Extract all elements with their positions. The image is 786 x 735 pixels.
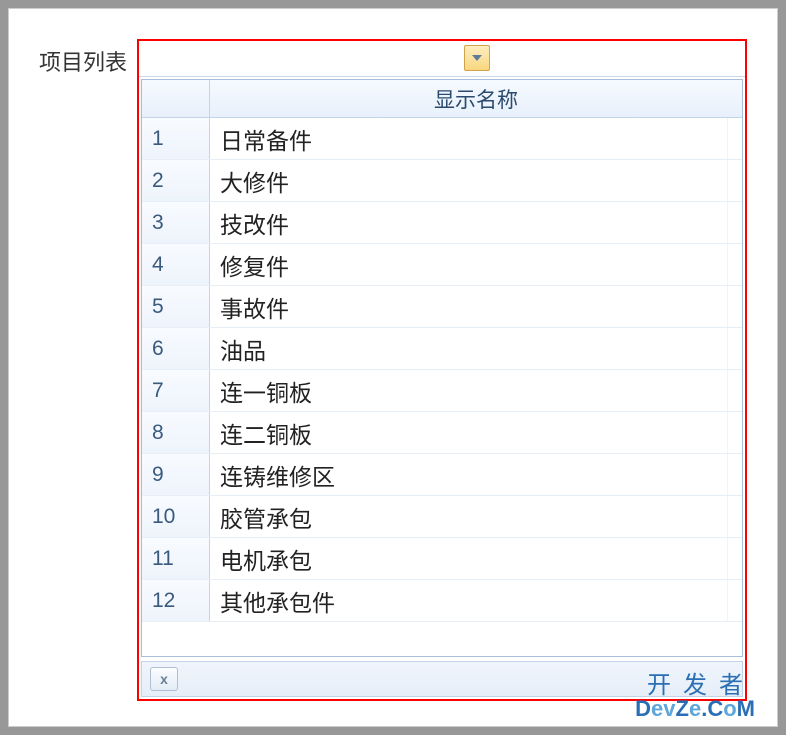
row-number-cell: 8 [142, 412, 210, 453]
close-button[interactable]: x [150, 667, 178, 691]
display-name-cell: 油品 [210, 328, 728, 369]
close-icon: x [160, 671, 168, 687]
chevron-down-icon [472, 55, 482, 61]
field-label: 项目列表 [39, 45, 127, 77]
table-row[interactable]: 3技改件 [142, 202, 742, 244]
row-number-cell: 1 [142, 118, 210, 159]
row-number-cell: 11 [142, 538, 210, 579]
panel: 项目列表 显示名称 1日常备件2大修件3技改件4修复件5事故件6油品7连一铜板8… [8, 8, 778, 727]
dropdown-trigger-button[interactable] [464, 45, 490, 71]
display-name-cell: 其他承包件 [210, 580, 728, 621]
dropdown-picker: 显示名称 1日常备件2大修件3技改件4修复件5事故件6油品7连一铜板8连二铜板9… [137, 39, 747, 701]
row-number-cell: 6 [142, 328, 210, 369]
wm-char: o [723, 696, 736, 721]
table-row[interactable]: 7连一铜板 [142, 370, 742, 412]
table-row[interactable]: 9连铸维修区 [142, 454, 742, 496]
watermark: 开发者 DevZe.CoM [635, 674, 755, 720]
table-row[interactable]: 5事故件 [142, 286, 742, 328]
watermark-line1: 开发者 [635, 674, 755, 698]
display-name-cell: 日常备件 [210, 118, 728, 159]
grid-header: 显示名称 [142, 80, 742, 118]
wm-char: D [635, 696, 651, 721]
row-number-cell: 3 [142, 202, 210, 243]
display-name-cell: 连铸维修区 [210, 454, 728, 495]
table-row[interactable]: 12其他承包件 [142, 580, 742, 622]
display-name-cell: 事故件 [210, 286, 728, 327]
display-name-cell: 胶管承包 [210, 496, 728, 537]
table-row[interactable]: 8连二铜板 [142, 412, 742, 454]
display-name-cell: 技改件 [210, 202, 728, 243]
row-number-cell: 5 [142, 286, 210, 327]
watermark-line2: DevZe.CoM [635, 698, 755, 720]
wm-char: M [737, 696, 755, 721]
table-row[interactable]: 4修复件 [142, 244, 742, 286]
row-number-header [142, 80, 210, 117]
grid: 显示名称 1日常备件2大修件3技改件4修复件5事故件6油品7连一铜板8连二铜板9… [141, 79, 743, 657]
display-name-cell: 连二铜板 [210, 412, 728, 453]
wm-char: e [689, 696, 701, 721]
table-row[interactable]: 11电机承包 [142, 538, 742, 580]
row-number-cell: 12 [142, 580, 210, 621]
grid-body: 1日常备件2大修件3技改件4修复件5事故件6油品7连一铜板8连二铜板9连铸维修区… [142, 118, 742, 656]
display-name-cell: 大修件 [210, 160, 728, 201]
table-row[interactable]: 1日常备件 [142, 118, 742, 160]
combo-input-row [139, 41, 745, 77]
display-name-cell: 连一铜板 [210, 370, 728, 411]
row-number-cell: 10 [142, 496, 210, 537]
row-number-cell: 9 [142, 454, 210, 495]
display-name-cell: 电机承包 [210, 538, 728, 579]
row-number-cell: 2 [142, 160, 210, 201]
table-row[interactable]: 6油品 [142, 328, 742, 370]
column-header-display-name[interactable]: 显示名称 [210, 80, 742, 117]
wm-char: .C [701, 696, 723, 721]
wm-char: Z [676, 696, 689, 721]
row-number-cell: 4 [142, 244, 210, 285]
display-name-cell: 修复件 [210, 244, 728, 285]
row-number-cell: 7 [142, 370, 210, 411]
wm-char: ev [651, 696, 675, 721]
table-row[interactable]: 10胶管承包 [142, 496, 742, 538]
table-row[interactable]: 2大修件 [142, 160, 742, 202]
